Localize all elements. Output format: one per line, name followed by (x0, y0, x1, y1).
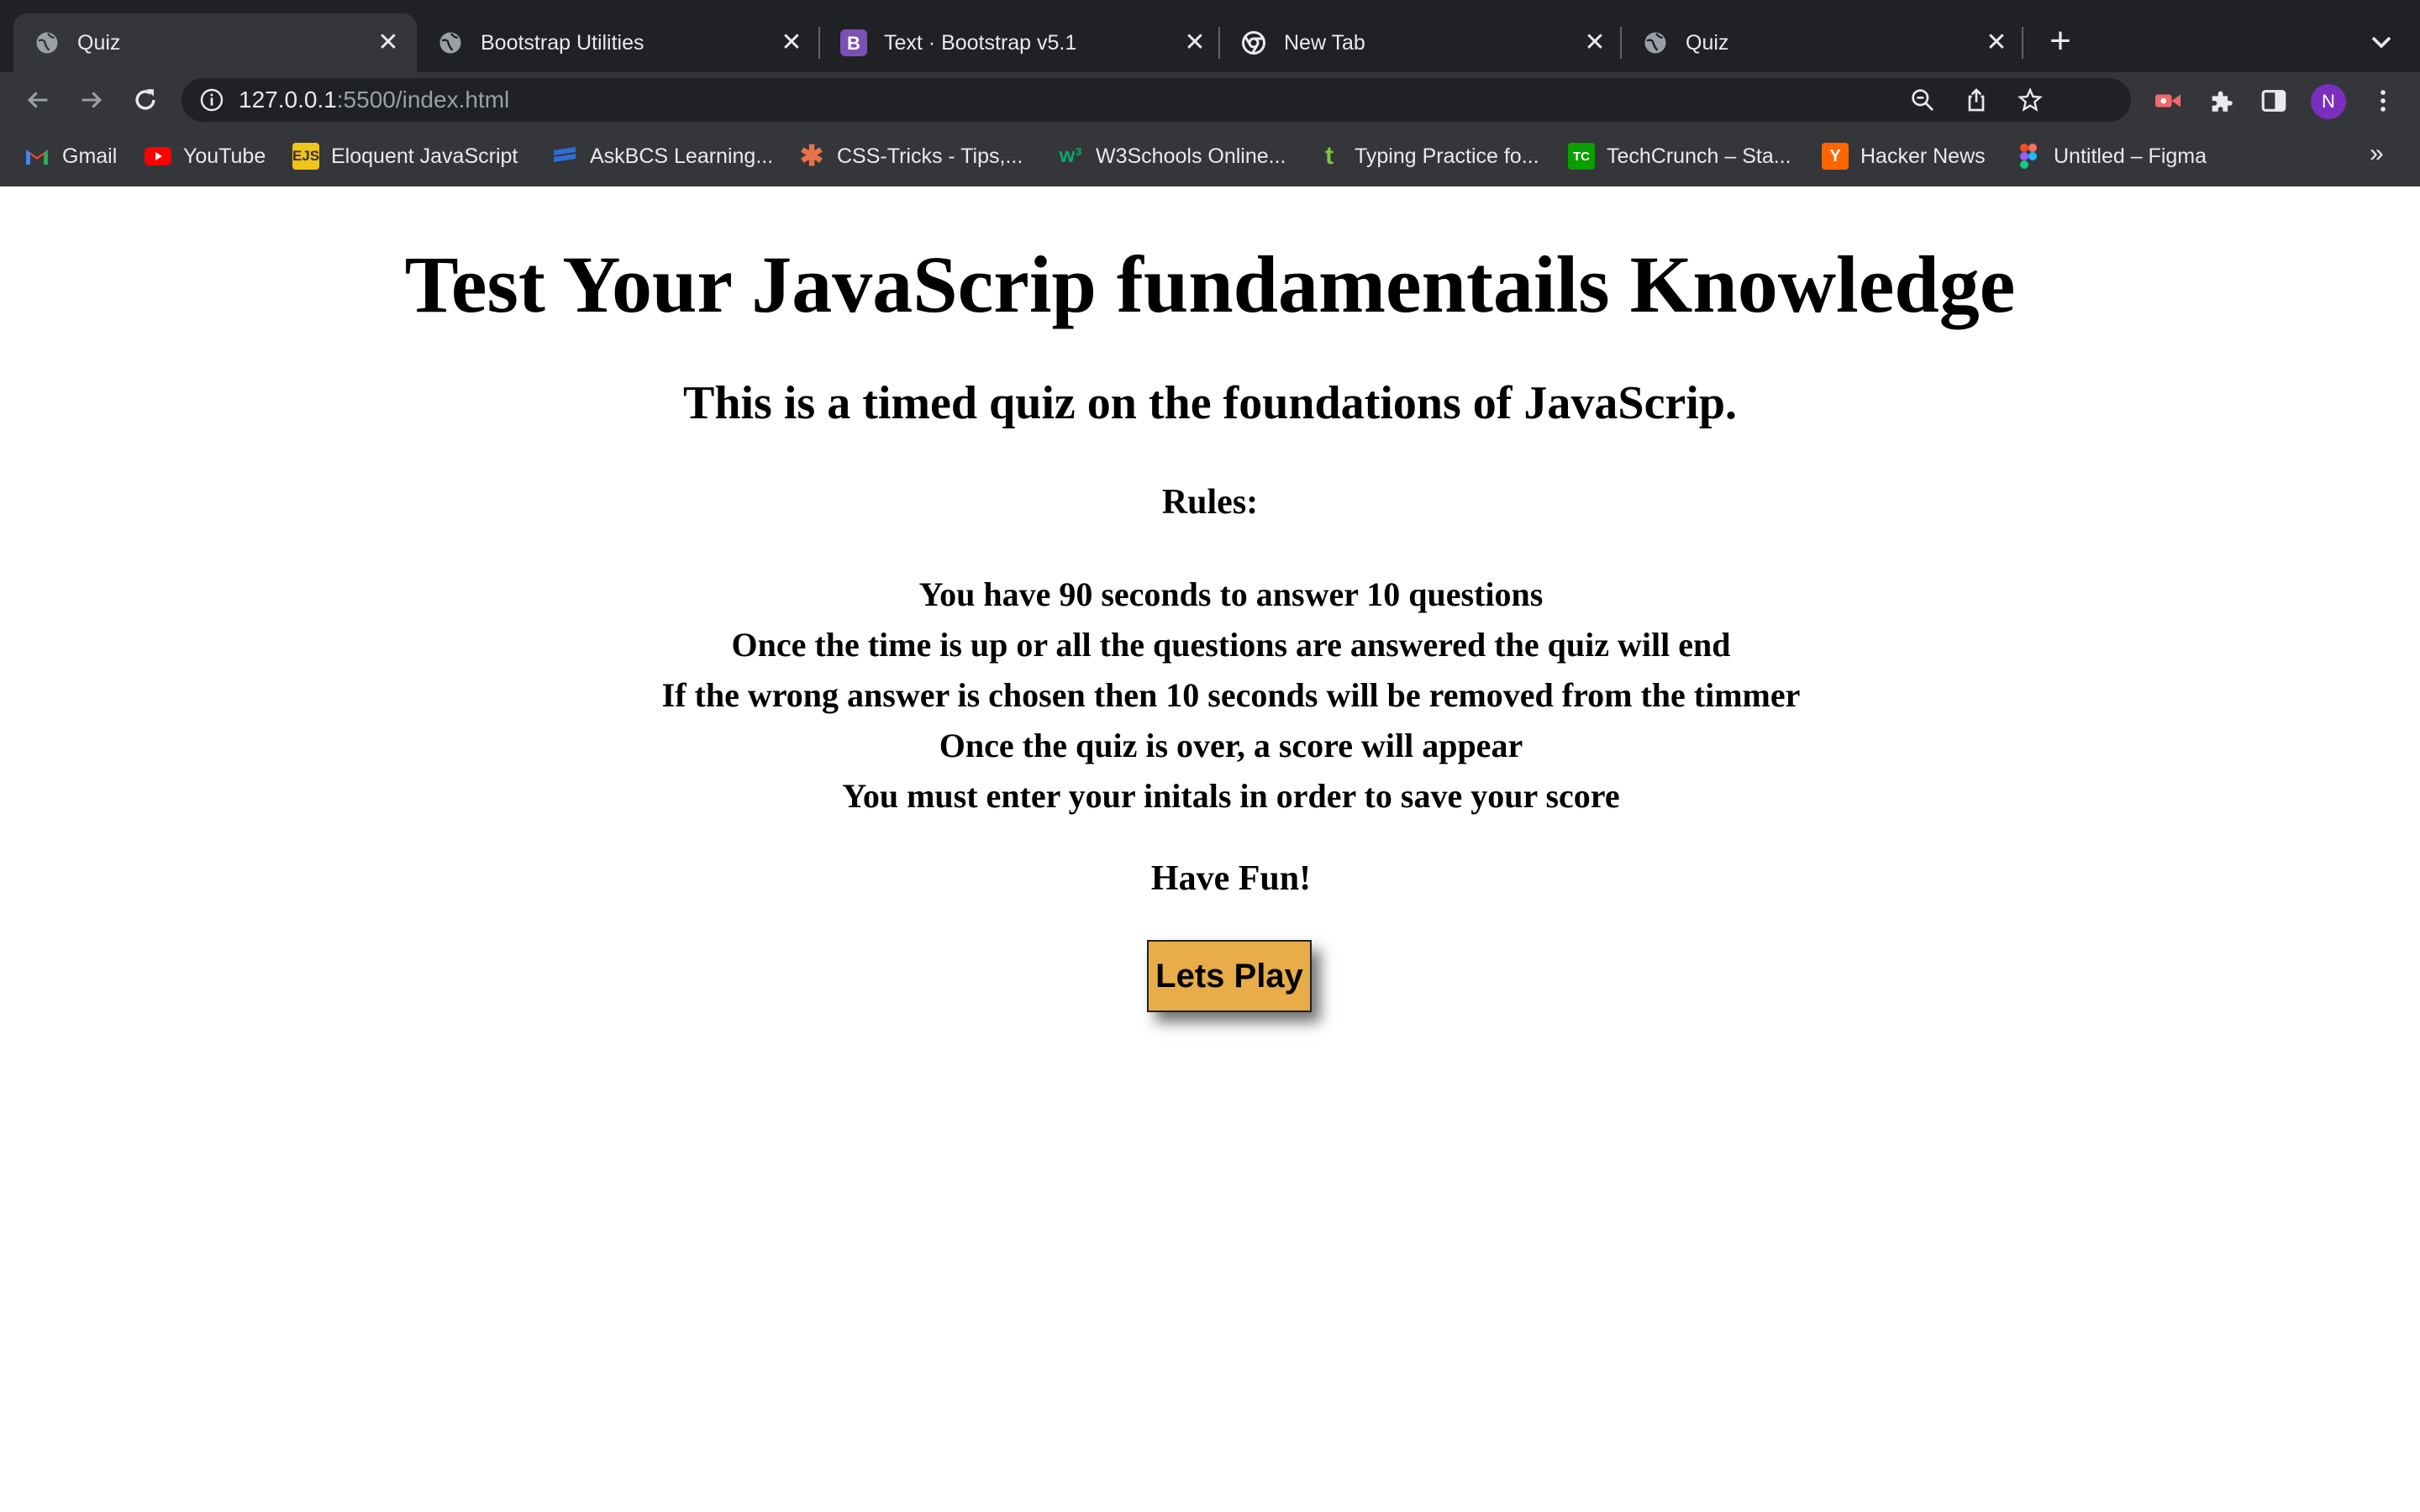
rules-list: You have 90 seconds to answer 10 questio… (0, 570, 2420, 822)
browser-chrome: Quiz ✕ Bootstrap Utilities ✕ B Text · Bo… (0, 0, 2420, 186)
askbcs-icon (551, 143, 578, 170)
tab-title: Bootstrap Utilities (481, 30, 644, 55)
new-tab-button[interactable]: + (2040, 22, 2081, 62)
rule-item: Once the time is up or all the questions… (731, 626, 1731, 664)
tab-strip: Quiz ✕ Bootstrap Utilities ✕ B Text · Bo… (0, 0, 2420, 72)
start-quiz-button[interactable]: Lets Play (1147, 940, 1312, 1012)
figma-icon (2015, 143, 2042, 170)
typing-icon: t (1325, 142, 1334, 170)
close-tab-icon[interactable]: ✕ (371, 26, 405, 60)
tab-separator (2022, 27, 2023, 59)
tab-quiz-active[interactable]: Quiz ✕ (13, 13, 417, 72)
tab-title: Text · Bootstrap v5.1 (884, 30, 1077, 55)
closing-message: Have Fun! (1150, 859, 1312, 898)
close-tab-icon[interactable]: ✕ (1980, 26, 2013, 60)
rule-item: Once the quiz is over, a score will appe… (939, 727, 1523, 764)
bookmark-label: Untitled – Figma (2054, 144, 2207, 168)
tab-bootstrap-utilities[interactable]: Bootstrap Utilities ✕ (417, 13, 820, 72)
css-tricks-icon: ✱ (799, 140, 824, 172)
bookmark-star-icon[interactable] (2015, 85, 2045, 115)
w3schools-icon: w³ (1059, 144, 1082, 167)
page-title: Test Your JavaScrip fundamentails Knowle… (404, 239, 2016, 329)
chrome-icon (1240, 29, 1267, 56)
forward-arrow-icon[interactable] (71, 79, 113, 121)
more-menu-icon[interactable] (2366, 84, 2400, 118)
extensions-puzzle-icon[interactable] (2205, 84, 2238, 118)
globe-icon (34, 29, 60, 56)
screen-recorder-extension-icon[interactable] (2151, 84, 2185, 118)
bookmark-label: Eloquent JavaScript (331, 144, 518, 168)
bookmark-css-tricks[interactable]: ✱ CSS-Tricks - Tips,... (798, 139, 1023, 173)
bookmark-label: Typing Practice fo... (1355, 144, 1539, 168)
bookmark-youtube[interactable]: YouTube (145, 139, 266, 173)
close-tab-icon[interactable]: ✕ (775, 26, 808, 60)
back-arrow-icon[interactable] (17, 79, 59, 121)
tab-search-chevron-icon[interactable] (2365, 25, 2398, 59)
url-path: :5500/index.html (336, 87, 510, 113)
ejs-icon: EJS (292, 143, 319, 170)
globe-icon (437, 29, 464, 56)
svg-text:B: B (847, 33, 860, 54)
globe-icon (1642, 29, 1669, 56)
tab-title: Quiz (77, 30, 121, 55)
bookmark-gmail[interactable]: Gmail (24, 139, 117, 173)
close-tab-icon[interactable]: ✕ (1578, 26, 1612, 60)
rules-heading: Rules: (1161, 483, 1259, 522)
tab-quiz[interactable]: Quiz ✕ (1622, 13, 2025, 72)
side-panel-icon[interactable] (2257, 84, 2291, 118)
rule-item: If the wrong answer is chosen then 10 se… (661, 676, 1801, 714)
tab-new-tab[interactable]: New Tab ✕ (1220, 13, 1623, 72)
tab-title: New Tab (1284, 30, 1365, 55)
zoom-icon[interactable] (1907, 85, 1938, 115)
gmail-icon (24, 143, 50, 170)
bookmark-askbcs[interactable]: AskBCS Learning... (551, 139, 773, 173)
bookmarks-bar: Gmail YouTube EJS Eloquent JavaScript As… (0, 128, 2420, 186)
bookmark-figma[interactable]: Untitled – Figma (2015, 139, 2207, 173)
bookmark-w3schools[interactable]: w³ W3Schools Online... (1057, 139, 1286, 173)
rule-item: You must enter your initals in order to … (842, 777, 1620, 815)
profile-avatar[interactable]: N (2311, 84, 2346, 119)
bookmark-label: CSS-Tricks - Tips,... (837, 144, 1023, 168)
url-host: 127.0.0.1 (239, 87, 337, 113)
share-icon[interactable] (1961, 85, 1991, 115)
bookmark-label: AskBCS Learning... (590, 144, 774, 168)
close-tab-icon[interactable]: ✕ (1178, 26, 1212, 60)
bookmark-label: Gmail (62, 144, 118, 168)
techcrunch-icon: TC (1568, 143, 1595, 170)
bookmark-hacker-news[interactable]: Y Hacker News (1822, 139, 1986, 173)
bookmark-label: Hacker News (1860, 144, 1986, 168)
toolbar: 127.0.0.1:5500/index.html N (0, 72, 2420, 128)
bookmark-label: YouTube (183, 144, 266, 168)
youtube-icon (145, 143, 171, 170)
address-bar[interactable]: 127.0.0.1:5500/index.html (182, 78, 2131, 122)
bookmarks-overflow-icon[interactable]: » (2370, 139, 2384, 168)
tab-bootstrap-text[interactable]: B Text · Bootstrap v5.1 ✕ (820, 13, 1223, 72)
tab-title: Quiz (1686, 30, 1729, 55)
bootstrap-icon: B (840, 29, 867, 56)
url-text: 127.0.0.1:5500/index.html (239, 85, 509, 115)
rule-item: You have 90 seconds to answer 10 questio… (918, 575, 1544, 613)
hacker-news-icon: Y (1822, 143, 1849, 170)
page-subtitle: This is a timed quiz on the foundations … (683, 377, 1737, 429)
bookmark-label: TechCrunch – Sta... (1607, 144, 1791, 168)
bookmark-techcrunch[interactable]: TC TechCrunch – Sta... (1568, 139, 1791, 173)
bookmark-typing-practice[interactable]: t Typing Practice fo... (1316, 139, 1539, 173)
site-info-icon[interactable] (198, 87, 225, 113)
quiz-page: Test Your JavaScrip fundamentails Knowle… (0, 186, 2420, 1512)
reload-icon[interactable] (124, 79, 166, 121)
bookmark-eloquent-javascript[interactable]: EJS Eloquent JavaScript (292, 139, 518, 173)
bookmark-label: W3Schools Online... (1096, 144, 1286, 168)
